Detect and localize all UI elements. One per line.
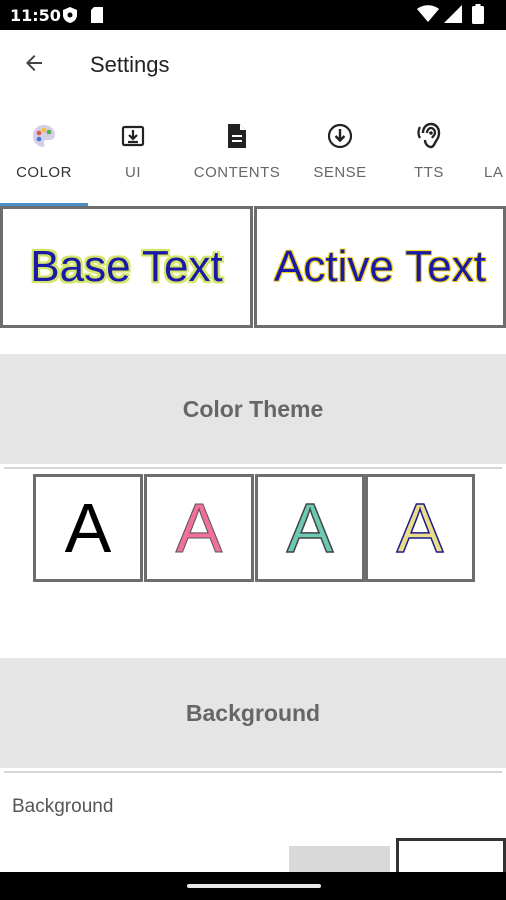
battery-icon xyxy=(472,4,484,29)
settings-tabs: COLOR UI CONTENTS SENSE TTS LA xyxy=(0,100,506,206)
wifi-icon xyxy=(417,5,439,28)
tab-label: UI xyxy=(125,164,141,181)
circle-arrow-down-icon xyxy=(327,122,353,150)
navigation-bar xyxy=(0,872,506,900)
status-bar: 11:50 xyxy=(0,0,506,30)
active-text-sample: Active Text xyxy=(274,242,486,291)
sd-card-icon xyxy=(90,6,104,29)
theme-option-3[interactable]: A xyxy=(255,474,365,582)
theme-option-1[interactable]: A xyxy=(33,474,143,582)
palette-icon xyxy=(31,122,57,150)
page-title: Settings xyxy=(90,52,170,77)
tab-ui[interactable]: UI xyxy=(88,100,178,204)
tab-tts[interactable]: TTS xyxy=(390,100,468,204)
tab-label: CONTENTS xyxy=(193,164,281,181)
divider xyxy=(4,771,502,773)
tab-label: SENSE xyxy=(313,164,367,181)
tab-contents[interactable]: CONTENTS xyxy=(188,100,286,204)
theme-letter: A xyxy=(396,489,444,567)
download-box-icon xyxy=(121,122,145,150)
theme-letter: A xyxy=(64,489,112,567)
signal-icon xyxy=(444,5,462,28)
home-gesture-handle[interactable] xyxy=(187,884,321,888)
section-title: Background xyxy=(185,699,321,726)
tab-color[interactable]: COLOR xyxy=(0,100,88,204)
base-text-sample: Base Text xyxy=(30,242,223,291)
arrow-left-icon xyxy=(22,51,46,80)
tab-label: TTS xyxy=(414,164,444,181)
shield-icon xyxy=(62,6,78,29)
color-theme-header: Color Theme xyxy=(0,354,506,464)
background-label: Background xyxy=(12,796,114,817)
theme-letter: A xyxy=(175,489,223,567)
active-text-preview[interactable]: Active Text xyxy=(254,206,506,328)
background-header: Background xyxy=(0,658,506,768)
app-bar: Settings xyxy=(0,30,506,100)
background-swatch-gray[interactable] xyxy=(289,846,390,872)
tab-label: COLOR xyxy=(16,164,72,181)
theme-option-2[interactable]: A xyxy=(144,474,254,582)
section-title: Color Theme xyxy=(182,395,324,422)
tab-sense[interactable]: SENSE xyxy=(298,100,382,204)
background-swatch-white[interactable] xyxy=(396,838,506,872)
theme-letter: A xyxy=(286,489,334,567)
back-button[interactable] xyxy=(14,48,54,82)
theme-option-4[interactable]: A xyxy=(365,474,475,582)
divider xyxy=(4,467,502,469)
hearing-icon xyxy=(416,122,442,150)
status-time: 11:50 xyxy=(10,6,61,25)
document-icon xyxy=(226,122,248,150)
base-text-preview[interactable]: Base Text xyxy=(0,206,253,328)
tab-label: LA xyxy=(484,164,504,181)
tab-la[interactable]: LA xyxy=(484,100,506,204)
